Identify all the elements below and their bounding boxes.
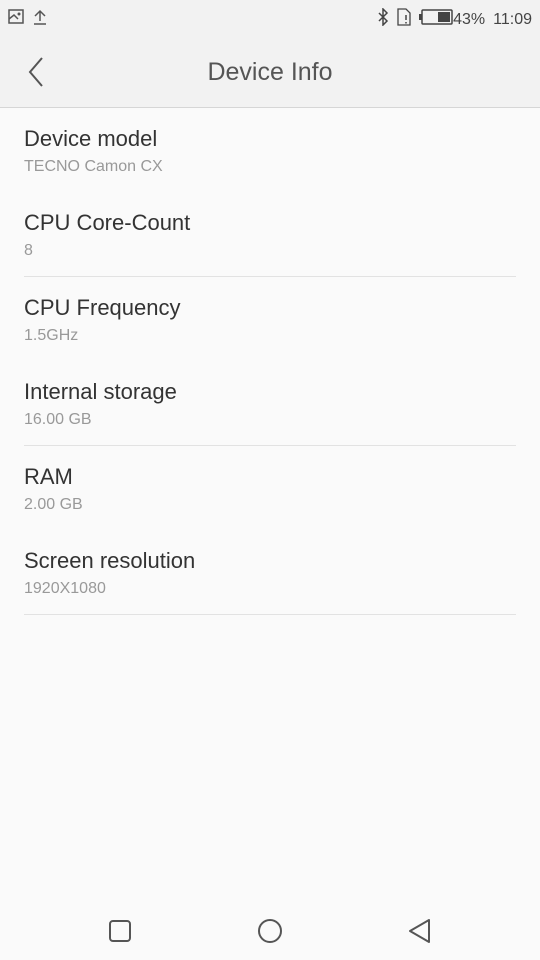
item-label: Internal storage <box>24 379 177 404</box>
item-label: Screen resolution <box>24 548 196 573</box>
home-button[interactable] <box>255 916 285 946</box>
clock: 11:09 <box>493 10 532 28</box>
item-label: RAM <box>24 464 73 489</box>
info-item-cpu-frequency: CPU Frequency 1.5GHz <box>0 277 540 361</box>
item-value: 1920X1080 <box>24 580 106 597</box>
recents-button[interactable] <box>105 916 135 946</box>
info-item-ram: RAM 2.00 GB <box>0 446 540 530</box>
screenshot-icon <box>8 9 24 30</box>
status-bar: 43% 11:09 <box>0 0 540 36</box>
item-value: TECNO Camon CX <box>24 158 163 175</box>
battery-percent: 43% <box>453 10 486 28</box>
app-bar: Device Info <box>0 36 540 108</box>
info-item-device-model: Device model TECNO Camon CX <box>0 108 540 192</box>
upload-icon <box>32 9 48 30</box>
item-label: CPU Frequency <box>24 295 181 320</box>
back-icon <box>409 919 430 943</box>
item-value: 16.00 GB <box>24 411 92 428</box>
item-value: 8 <box>24 242 33 259</box>
info-item-cpu-core-count: CPU Core-Count 8 <box>0 192 540 276</box>
divider <box>24 614 516 615</box>
item-label: Device model <box>24 126 158 151</box>
item-value: 2.00 GB <box>24 496 83 513</box>
info-item-internal-storage: Internal storage 16.00 GB <box>0 361 540 445</box>
page-title: Device Info <box>207 58 333 86</box>
item-value: 1.5GHz <box>24 327 79 344</box>
device-info-list: Device model TECNO Camon CX CPU Core-Cou… <box>0 108 540 615</box>
info-item-screen-resolution: Screen resolution 1920X1080 <box>0 530 540 614</box>
home-icon <box>258 919 282 943</box>
recents-icon <box>109 920 131 942</box>
navigation-bar <box>0 900 540 960</box>
item-label: CPU Core-Count <box>24 210 191 235</box>
battery-icon <box>419 9 453 30</box>
sim-alert-icon <box>397 8 411 31</box>
bluetooth-icon <box>377 7 389 31</box>
nav-back-button[interactable] <box>405 916 435 946</box>
